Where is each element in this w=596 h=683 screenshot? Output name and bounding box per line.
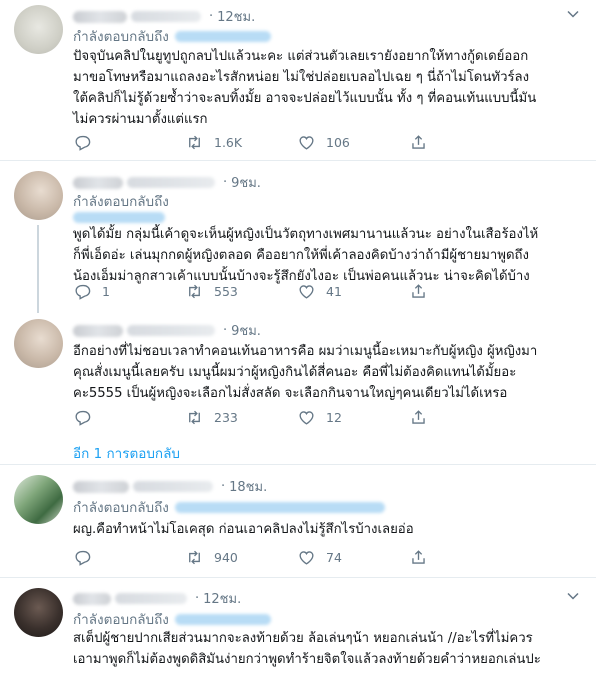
replying-to-label: กำลังตอบกลับถึง: [73, 612, 169, 628]
tweet-text: ผญ.คือทำหน้าไม่โอเคสุด ก่อนเอาคลิปลงไม่ร…: [73, 522, 414, 537]
retweet-icon: [189, 284, 200, 298]
like-count: 41: [326, 283, 342, 299]
tweet-header: · 12ชม.: [73, 588, 556, 609]
retweet-icon: [189, 550, 200, 564]
avatar[interactable]: [14, 5, 63, 54]
retweet-button[interactable]: 1.6K: [185, 131, 297, 153]
tweet-header: · 9ชม.: [73, 320, 556, 341]
tweet[interactable]: · 9ชม. อีกอย่างที่ไม่ชอบเวลาทำคอนเท้นอาห…: [0, 313, 596, 463]
replying-to-label: กำลังตอบกลับถึง: [73, 29, 169, 45]
reply-button[interactable]: [73, 546, 185, 568]
author-name[interactable]: [73, 324, 123, 337]
tweet-header: · 12ชม.: [73, 6, 556, 27]
share-button[interactable]: [409, 406, 521, 428]
author-handle: [131, 11, 201, 22]
author-handle: [127, 325, 215, 336]
mention-link[interactable]: [174, 501, 385, 513]
tweet-time[interactable]: 9ชม.: [231, 320, 261, 341]
share-icon: [412, 283, 425, 298]
retweet-button[interactable]: 233: [185, 406, 297, 428]
reply-icon: [75, 550, 91, 566]
author-name[interactable]: [73, 10, 127, 23]
like-icon: [299, 410, 314, 425]
author-handle: [115, 593, 187, 604]
reply-icon: [75, 135, 91, 151]
share-icon: [412, 134, 425, 149]
reply-button[interactable]: 1: [73, 280, 185, 302]
tweet-text: สเต็ปผู้ชายปากเสียส่วนมากจะลงท้ายด้วย ล้…: [73, 631, 541, 667]
share-icon: [412, 409, 425, 424]
mention-link[interactable]: [73, 212, 165, 223]
reply-icon: [75, 410, 91, 426]
avatar[interactable]: [14, 475, 63, 524]
author-handle: [133, 481, 213, 492]
retweet-icon: [189, 135, 200, 149]
tweet-time[interactable]: 12ชม.: [217, 6, 255, 27]
retweet-button[interactable]: 553: [185, 280, 297, 302]
author-handle: [127, 177, 215, 188]
tweet-text: อีกอย่างที่ไม่ชอบเวลาทำคอนเท้นอาหารคือ ผ…: [73, 344, 538, 401]
reply-button[interactable]: [73, 131, 185, 153]
replying-to: กำลังตอบกลับถึง: [73, 190, 169, 212]
replying-to-label: กำลังตอบกลับถึง: [73, 194, 169, 210]
tweet[interactable]: · 12ชม. กำลังตอบกลับถึง สเต็ปผู้ชายปากเส…: [0, 578, 596, 683]
tweet-text: ปัจจุบันคลิปในยูทูปถูกลบไปแล้วนะคะ แต่ส่…: [73, 49, 537, 127]
tweet-text: พูดได้มั้ย กลุ่มนี้เค้าดูจะเห็นผู้หญิงเป…: [73, 227, 539, 284]
tweet[interactable]: · 9ชม. กำลังตอบกลับถึง พูดได้มั้ย กลุ่มน…: [0, 161, 596, 313]
mention-link[interactable]: [174, 30, 271, 42]
tweet-time[interactable]: 12ชม.: [203, 588, 241, 609]
avatar[interactable]: [14, 319, 63, 368]
share-button[interactable]: [409, 546, 521, 568]
like-button[interactable]: 106: [297, 131, 409, 153]
avatar[interactable]: [14, 171, 63, 220]
share-button[interactable]: [409, 131, 521, 153]
replying-to-label: กำลังตอบกลับถึง: [73, 500, 169, 516]
tweet-time[interactable]: 18ชม.: [229, 476, 267, 497]
mention-link[interactable]: [174, 613, 271, 625]
tweet[interactable]: · 12ชม. กำลังตอบกลับถึง ปัจจุบันคลิปในยู…: [0, 0, 596, 160]
like-icon: [299, 284, 314, 299]
reply-icon: [75, 284, 91, 300]
reply-button[interactable]: [73, 406, 185, 428]
like-button[interactable]: 41: [297, 280, 409, 302]
tweet-actions: 940 74: [73, 546, 543, 568]
replying-to: กำลังตอบกลับถึง: [73, 608, 271, 630]
avatar[interactable]: [14, 588, 63, 637]
like-button[interactable]: 74: [297, 546, 409, 568]
author-name[interactable]: [73, 592, 111, 605]
like-count: 74: [326, 549, 342, 565]
share-icon: [412, 549, 425, 564]
retweet-count: 233: [214, 409, 238, 425]
tweet-header: · 18ชม.: [73, 476, 556, 497]
like-icon: [299, 135, 314, 150]
retweet-icon: [189, 410, 200, 424]
like-icon: [299, 550, 314, 565]
reply-feed: · 12ชม. กำลังตอบกลับถึง ปัจจุบันคลิปในยู…: [0, 0, 596, 683]
tweet-time[interactable]: 9ชม.: [231, 172, 261, 193]
tweet-actions: 1.6K 106: [73, 131, 543, 153]
reply-count: 1: [102, 283, 110, 299]
thread-line: [37, 225, 39, 313]
share-button[interactable]: [409, 280, 521, 302]
replying-to: กำลังตอบกลับถึง: [73, 496, 385, 518]
chevron-down-icon[interactable]: [566, 589, 580, 603]
like-count: 12: [326, 409, 342, 425]
tweet-actions: 233 12: [73, 406, 543, 428]
tweet[interactable]: · 18ชม. กำลังตอบกลับถึง ผญ.คือทำหน้าไม่โ…: [0, 465, 596, 577]
like-count: 106: [326, 134, 350, 150]
tweet-actions: 1 553 41: [73, 280, 543, 302]
retweet-count: 1.6K: [214, 134, 243, 150]
retweet-count: 940: [214, 549, 238, 565]
author-name[interactable]: [73, 480, 129, 493]
chevron-down-icon[interactable]: [566, 7, 580, 21]
like-button[interactable]: 12: [297, 406, 409, 428]
retweet-button[interactable]: 940: [185, 546, 297, 568]
replying-to: กำลังตอบกลับถึง: [73, 25, 271, 47]
retweet-count: 553: [214, 283, 238, 299]
show-more-replies-link[interactable]: อีก 1 การตอบกลับ: [73, 442, 180, 464]
author-name[interactable]: [73, 176, 123, 189]
